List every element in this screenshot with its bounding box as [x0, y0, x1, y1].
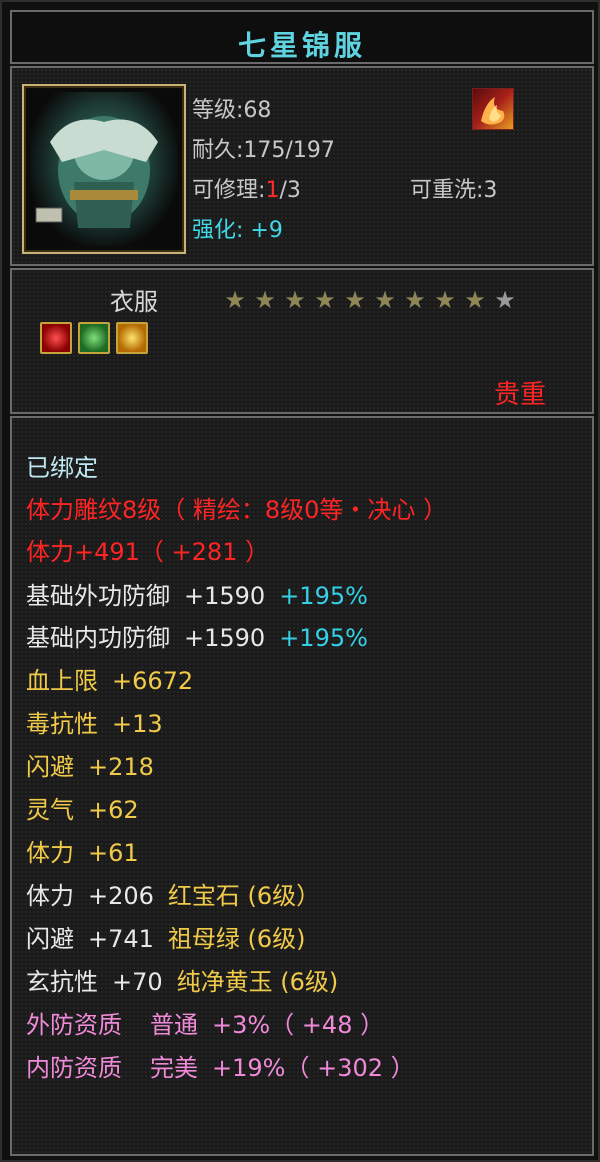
gem-bonus-row: 闪避 +741 祖母绿 (6级) [26, 919, 306, 954]
repair-current: 1 [265, 178, 280, 203]
yellow-attr-row: 毒抗性 +13 [26, 704, 163, 739]
gem-slots [40, 322, 148, 354]
attr-value: +741 [88, 925, 154, 953]
quality-value: +19%（ +302 ） [212, 1054, 415, 1082]
enhance-label: 强化 [192, 218, 237, 243]
durability-value: :175/197 [236, 138, 335, 163]
attr-name: 毒抗性 [26, 710, 98, 738]
quality-name: 外防资质 [26, 1011, 122, 1039]
title-bar: 七星锦服 [8, 8, 596, 66]
filled-star-icon: ★ [434, 286, 456, 314]
level-row: 等级:68 [192, 92, 271, 124]
quality-value: +3%（ +48 ） [212, 1011, 385, 1039]
bound-status: 已绑定 [26, 454, 98, 482]
durability-label: 耐久 [192, 138, 237, 163]
rewash-label: 可重洗 [410, 178, 477, 203]
attr-name: 体力 [26, 839, 74, 867]
attr-percent: +195% [279, 582, 368, 610]
gem-name: 纯净黄玉 (6级) [176, 968, 339, 996]
attr-value: +62 [88, 796, 139, 824]
yellow-attr-row: 体力 +61 [26, 833, 139, 868]
attr-name: 闪避 [26, 753, 74, 781]
engrave-line: 体力雕纹8级（ 精绘：8级0等・决心 ） [26, 496, 448, 524]
yellow-gem-icon[interactable] [116, 322, 148, 354]
item-title: 七星锦服 [237, 29, 366, 62]
rewash-value: :3 [476, 178, 498, 203]
attr-value: +1590 [184, 624, 266, 652]
rewash-row: 可重洗:3 [410, 172, 497, 204]
info-section: 等级:68 耐久:175/197 可修理:1/3 可重洗:3 强化: +9 [8, 64, 596, 268]
item-tooltip: 七星锦服 等级:68 耐久:175/197 可修理:1/3 可重洗:3 强化: … [0, 0, 600, 1162]
repair-row: 可修理:1/3 [192, 172, 301, 204]
attr-name: 玄抗性 [26, 968, 98, 996]
quality-name: 内防资质 [26, 1054, 122, 1082]
attr-value: +61 [88, 839, 139, 867]
yellow-attr-row: 血上限 +6672 [26, 661, 193, 696]
attr-value: +6672 [112, 667, 194, 695]
attr-name: 基础外功防御 [26, 582, 170, 610]
attr-name: 体力 [26, 882, 74, 910]
attr-value: +13 [112, 710, 163, 738]
attr-value: +1590 [184, 582, 266, 610]
filled-star-icon: ★ [464, 286, 486, 314]
quality-row: 内防资质 完美 +19%（ +302 ） [26, 1048, 415, 1083]
fire-crest-icon [472, 88, 514, 130]
attr-value: +218 [88, 753, 154, 781]
attr-row: 基础外功防御 +1590 +195% [26, 576, 368, 611]
filled-star-icon: ★ [224, 286, 246, 314]
green-armor-icon [30, 92, 178, 246]
filled-star-icon: ★ [314, 286, 336, 314]
item-type: 衣服 [110, 288, 158, 316]
gem-name: 红宝石 (6级） [167, 882, 321, 910]
attr-name: 闪避 [26, 925, 74, 953]
filled-star-icon: ★ [284, 286, 306, 314]
yellow-attr-row: 闪避 +218 [26, 747, 154, 782]
attr-name: 血上限 [26, 667, 98, 695]
filled-star-icon: ★ [404, 286, 426, 314]
star-rating: ★ ★ ★ ★ ★ ★ ★ ★ ★ ★ [222, 288, 518, 312]
vitality-bonus-line: 体力+491（ +281 ） [26, 538, 270, 566]
quality-grade: 普通 [150, 1011, 198, 1039]
enhance-value: : +9 [236, 218, 283, 243]
attr-value: +206 [88, 882, 154, 910]
gem-name: 祖母绿 (6级) [167, 925, 306, 953]
filled-star-icon: ★ [344, 286, 366, 314]
quality-grade: 完美 [150, 1054, 198, 1082]
red-gem-icon[interactable] [40, 322, 72, 354]
item-icon-frame[interactable] [22, 84, 186, 254]
attr-percent: +195% [279, 624, 368, 652]
attr-name: 基础内功防御 [26, 624, 170, 652]
repair-total: /3 [279, 178, 301, 203]
attr-name: 灵气 [26, 796, 74, 824]
level-label: 等级 [192, 98, 237, 123]
gem-bonus-row: 体力 +206 红宝石 (6级） [26, 876, 320, 911]
gem-bonus-row: 玄抗性 +70 纯净黄玉 (6级) [26, 962, 338, 997]
attribute-section: 已绑定 体力雕纹8级（ 精绘：8级0等・决心 ） 体力+491（ +281 ） … [8, 414, 596, 1158]
attr-value: +70 [112, 968, 163, 996]
durability-row: 耐久:175/197 [192, 132, 335, 164]
rarity-label: 贵重 [494, 380, 547, 410]
yellow-attr-row: 灵气 +62 [26, 790, 139, 825]
enhance-row: 强化: +9 [192, 212, 283, 244]
quality-row: 外防资质 普通 +3%（ +48 ） [26, 1005, 384, 1040]
repair-label: 可修理 [192, 178, 259, 203]
green-gem-icon[interactable] [78, 322, 110, 354]
level-value: :68 [236, 98, 272, 123]
empty-star-icon: ★ [494, 286, 516, 314]
filled-star-icon: ★ [374, 286, 396, 314]
attr-row: 基础内功防御 +1590 +195% [26, 618, 368, 653]
type-section: 衣服 ★ ★ ★ ★ ★ ★ ★ ★ ★ ★ 贵重 [8, 266, 596, 416]
filled-star-icon: ★ [254, 286, 276, 314]
